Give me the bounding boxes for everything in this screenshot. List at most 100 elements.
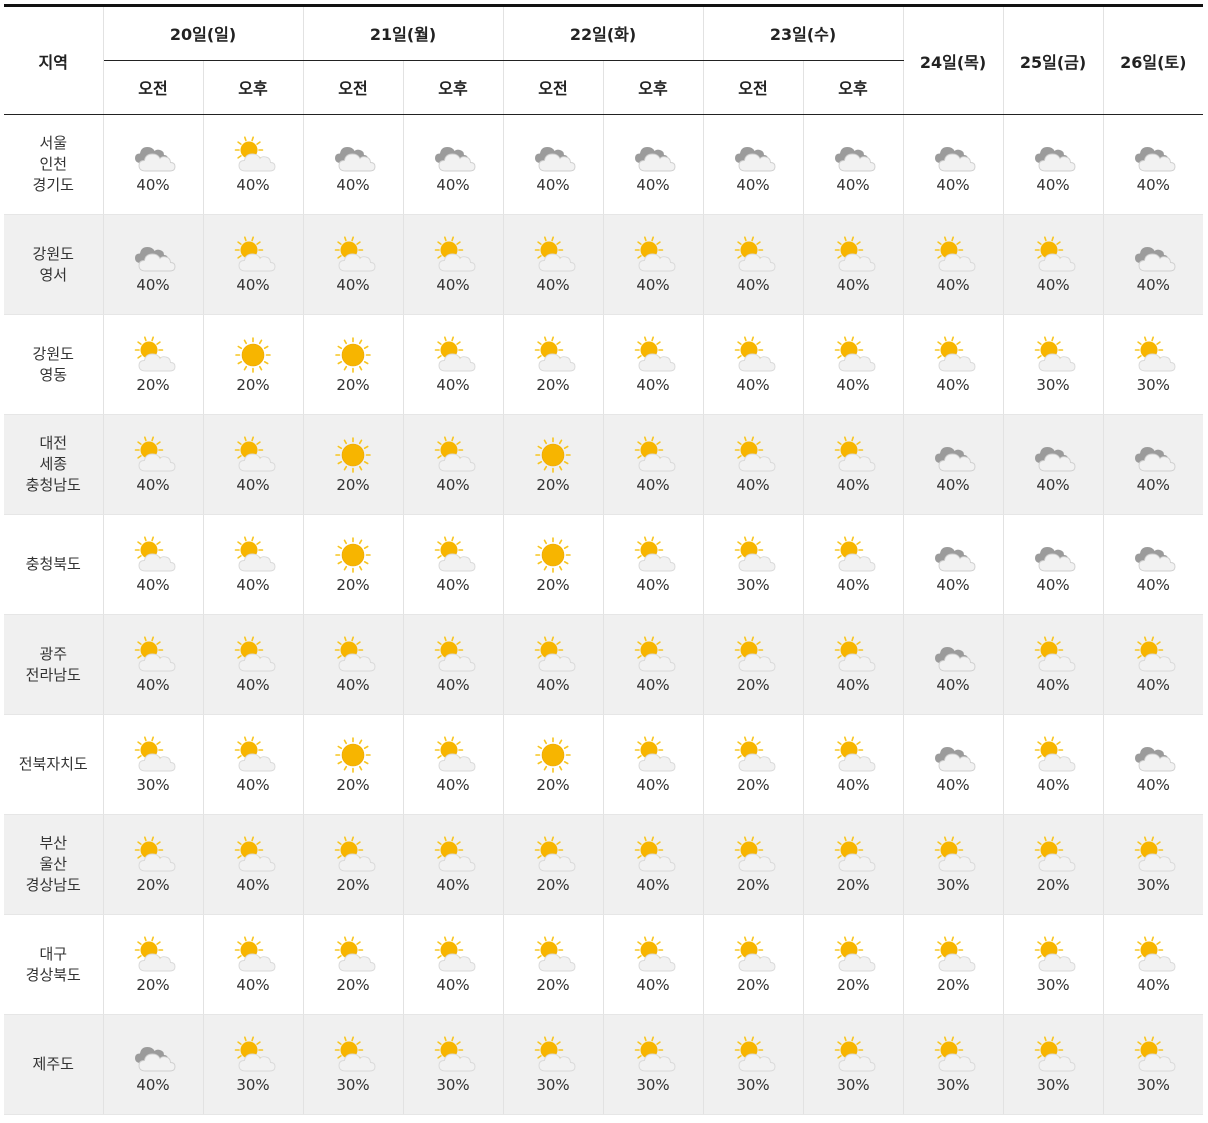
forecast-content: 20% <box>104 935 203 994</box>
forecast-cell: 40% <box>903 114 1004 215</box>
region-name: 충청남도 <box>25 476 81 494</box>
rain-probability: 20% <box>536 476 570 494</box>
partly-cloudy-icon <box>1129 835 1177 875</box>
forecast-cell: 20% <box>503 414 604 515</box>
forecast-content: 20% <box>304 335 403 394</box>
day-header-26: 26일(토) <box>1103 5 1203 115</box>
forecast-content: 40% <box>1104 435 1204 494</box>
rain-probability: 20% <box>536 576 570 594</box>
forecast-content: 40% <box>1004 535 1103 594</box>
forecast-content: 40% <box>1104 635 1204 694</box>
forecast-content: 40% <box>904 335 1003 394</box>
rain-probability: 40% <box>836 576 870 594</box>
partly-cloudy-icon <box>229 635 277 675</box>
rain-probability: 40% <box>1036 476 1070 494</box>
forecast-content: 20% <box>904 935 1003 994</box>
partly-cloudy-icon <box>429 735 477 775</box>
forecast-content: 20% <box>504 535 603 594</box>
forecast-cell: 20% <box>303 714 404 815</box>
forecast-cell: 40% <box>703 414 804 515</box>
rain-probability: 40% <box>836 776 870 794</box>
partly-cloudy-icon <box>629 435 677 475</box>
rain-probability: 40% <box>236 176 270 194</box>
forecast-content: 20% <box>704 635 803 694</box>
forecast-cell: 20% <box>103 314 204 415</box>
forecast-cell: 40% <box>403 414 504 515</box>
rain-probability: 30% <box>636 1076 670 1094</box>
rain-probability: 40% <box>1136 576 1170 594</box>
region-name: 인천 <box>39 155 68 173</box>
forecast-cell: 40% <box>1103 114 1203 215</box>
forecast-content: 20% <box>704 835 803 894</box>
region-name: 영동 <box>39 365 68 384</box>
partly-cloudy-icon <box>829 835 877 875</box>
forecast-cell: 40% <box>1103 214 1203 315</box>
rain-probability: 40% <box>636 276 670 294</box>
partly-cloudy-icon <box>1029 635 1077 675</box>
forecast-cell: 40% <box>903 714 1004 815</box>
rain-probability: 40% <box>636 576 670 594</box>
partly-cloudy-icon <box>129 835 177 875</box>
forecast-content: 40% <box>404 935 503 994</box>
rain-probability: 40% <box>436 176 470 194</box>
forecast-table-container: 지역 20일(일) 21일(월) 22일(화) 23일(수) 24일(목) 25… <box>4 4 1203 1115</box>
rain-probability: 40% <box>736 276 770 294</box>
forecast-cell: 20% <box>103 914 204 1015</box>
rain-probability: 40% <box>936 176 970 194</box>
partly-cloudy-icon <box>429 835 477 875</box>
forecast-cell: 40% <box>203 114 304 215</box>
partly-cloudy-icon <box>529 835 577 875</box>
forecast-cell: 20% <box>803 914 904 1015</box>
forecast-cell: 40% <box>903 214 1004 315</box>
region-name: 부산 <box>39 834 68 852</box>
forecast-cell: 30% <box>803 1014 904 1115</box>
forecast-cell: 40% <box>803 614 904 715</box>
forecast-content: 40% <box>204 935 303 994</box>
rain-probability: 40% <box>436 276 470 294</box>
rain-probability: 40% <box>236 776 270 794</box>
rain-probability: 40% <box>136 176 170 194</box>
partly-cloudy-icon <box>429 1035 477 1075</box>
rain-probability: 30% <box>936 1076 970 1094</box>
forecast-content: 20% <box>1004 835 1103 894</box>
forecast-cell: 40% <box>603 714 704 815</box>
partly-cloudy-icon <box>929 935 977 975</box>
rain-probability: 40% <box>936 576 970 594</box>
cloudy-icon <box>829 135 877 175</box>
forecast-content: 40% <box>504 635 603 694</box>
forecast-cell: 40% <box>203 914 304 1015</box>
rain-probability: 30% <box>1136 1076 1170 1094</box>
rain-probability: 40% <box>1036 776 1070 794</box>
cloudy-icon <box>929 635 977 675</box>
forecast-cell: 40% <box>303 214 404 315</box>
region-cell: 대구 경상북도 <box>4 914 104 1015</box>
rain-probability: 40% <box>836 376 870 394</box>
partly-cloudy-icon <box>329 1035 377 1075</box>
partly-cloudy-icon <box>529 335 577 375</box>
forecast-cell: 40% <box>1103 414 1204 515</box>
forecast-content: 40% <box>404 835 503 894</box>
forecast-content: 20% <box>304 735 403 794</box>
forecast-cell: 40% <box>403 314 504 415</box>
forecast-content: 40% <box>604 835 703 894</box>
cloudy-icon <box>1129 535 1177 575</box>
forecast-content: 40% <box>604 735 703 794</box>
partly-cloudy-icon <box>629 235 677 275</box>
partly-cloudy-icon <box>829 635 877 675</box>
forecast-content: 40% <box>904 435 1003 494</box>
region-name: 광주 <box>39 644 68 663</box>
forecast-content: 40% <box>104 235 203 294</box>
rain-probability: 40% <box>236 476 270 494</box>
rain-probability: 30% <box>436 1076 470 1094</box>
rain-probability: 40% <box>536 276 570 294</box>
rain-probability: 40% <box>436 776 470 794</box>
rain-probability: 20% <box>336 776 370 794</box>
rain-probability: 40% <box>836 276 870 294</box>
partly-cloudy-icon <box>329 235 377 275</box>
cloudy-icon <box>929 435 977 475</box>
rain-probability: 40% <box>136 576 170 594</box>
rain-probability: 30% <box>736 576 770 594</box>
forecast-cell: 40% <box>103 1014 204 1115</box>
partly-cloudy-icon <box>829 935 877 975</box>
sun-icon <box>529 435 577 475</box>
